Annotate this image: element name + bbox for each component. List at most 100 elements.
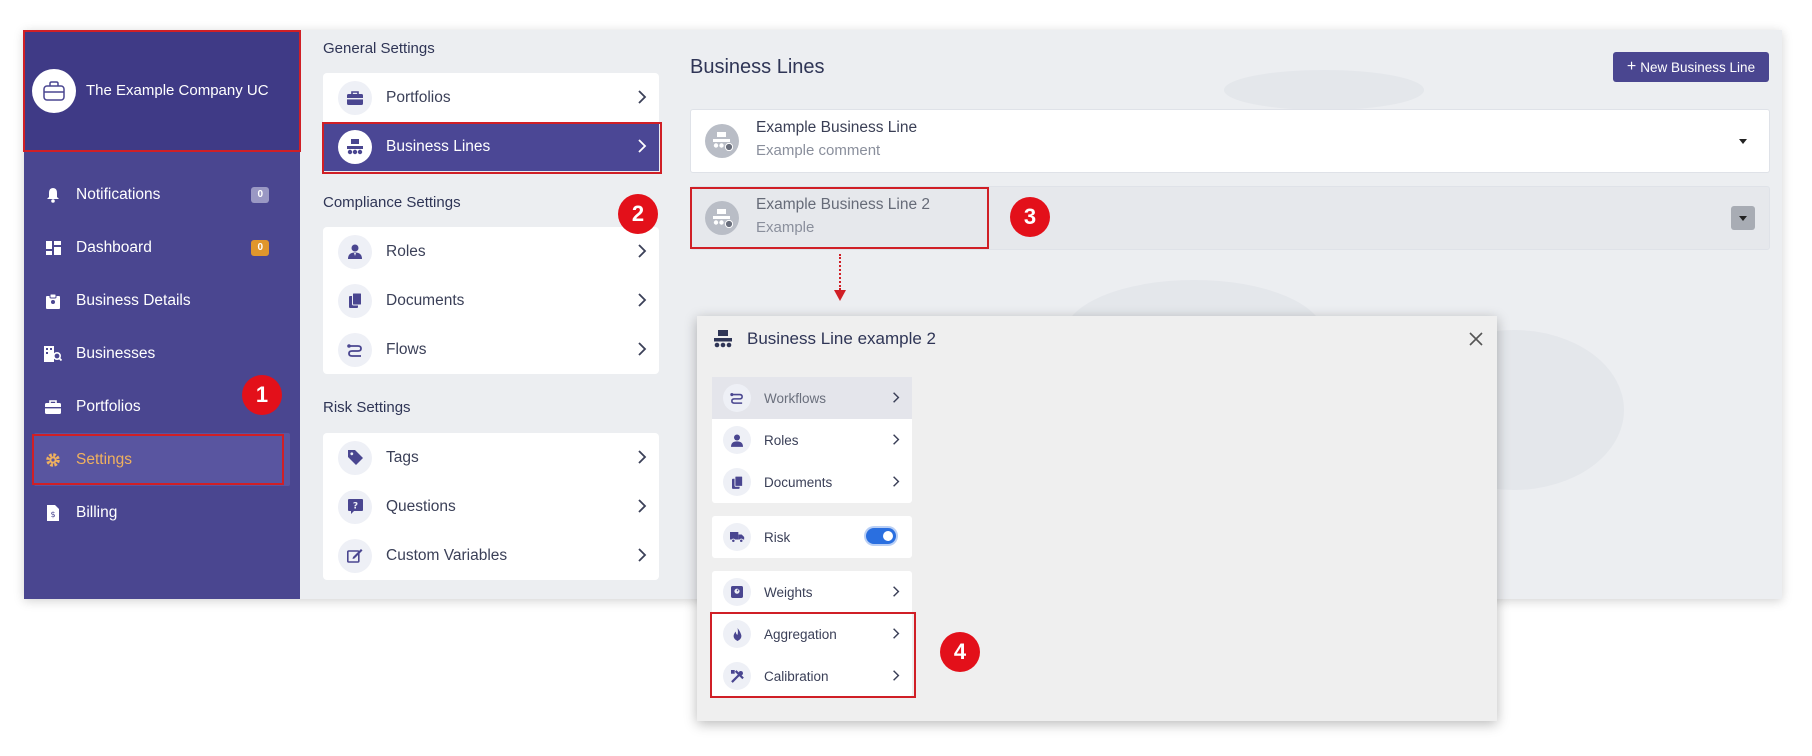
- modal-item-risk: Risk: [712, 516, 912, 558]
- sidebar-item-label: Business Details: [76, 291, 191, 309]
- sidebar-item-billing[interactable]: $ Billing: [24, 486, 300, 539]
- annotation-arrow: [839, 254, 841, 290]
- modal-item-workflows[interactable]: Workflows: [712, 377, 912, 419]
- settings-item-label: Questions: [386, 497, 456, 515]
- chevron-right-icon: [892, 391, 900, 404]
- annotation-arrow-head: [834, 290, 846, 301]
- modal-item-label: Aggregation: [764, 626, 837, 642]
- chevron-right-icon: [892, 475, 900, 488]
- settings-item-questions[interactable]: ? Questions: [323, 482, 659, 531]
- question-icon: ?: [338, 489, 372, 524]
- modal-item-label: Workflows: [764, 390, 827, 406]
- factory-avatar-icon: [705, 124, 739, 158]
- tools-icon: [723, 662, 751, 690]
- plus-icon: +: [1626, 58, 1637, 75]
- company-name: The Example Company UC: [86, 82, 269, 99]
- new-business-line-button[interactable]: + New Business Line: [1613, 52, 1769, 82]
- briefcase-icon: [44, 398, 62, 416]
- svg-text:?: ?: [352, 502, 357, 512]
- chevron-right-icon: [637, 292, 647, 308]
- sidebar-item-label: Dashboard: [76, 238, 152, 256]
- business-line-card[interactable]: Example Business Line Example comment: [690, 109, 1770, 173]
- company-logo: [32, 69, 76, 113]
- modal-item-calibration[interactable]: Calibration: [712, 655, 912, 697]
- business-line-comment: Example: [756, 219, 815, 236]
- factory-icon: [714, 330, 732, 348]
- settings-item-flows[interactable]: Flows: [323, 325, 659, 374]
- chevron-right-icon: [892, 433, 900, 446]
- chevron-right-icon: [892, 669, 900, 682]
- settings-item-documents[interactable]: Documents: [323, 276, 659, 325]
- settings-item-label: Portfolios: [386, 88, 451, 106]
- chevron-right-icon: [637, 243, 647, 259]
- settings-item-portfolios[interactable]: Portfolios: [323, 73, 659, 122]
- settings-item-label: Business Lines: [386, 137, 491, 155]
- clipboard-icon: [44, 292, 62, 310]
- modal-risk-card: Risk: [712, 516, 912, 558]
- sidebar-nav: Notifications 0 Dashboard 0 Business Det…: [24, 168, 300, 539]
- documents-icon: [338, 283, 372, 318]
- flow-icon: [723, 384, 751, 412]
- sidebar-item-businesses[interactable]: Businesses: [24, 327, 300, 380]
- risk-toggle[interactable]: [866, 528, 896, 544]
- map-background: [1224, 70, 1424, 110]
- factory-icon: [338, 129, 372, 164]
- fire-icon: [723, 620, 751, 648]
- modal-group-card: Workflows Roles Documents: [712, 377, 912, 503]
- sidebar-item-business-details[interactable]: Business Details: [24, 274, 300, 327]
- caret-down-icon: [1739, 215, 1747, 221]
- settings-item-custom-variables[interactable]: Custom Variables: [323, 531, 659, 580]
- chevron-right-icon: [637, 89, 647, 105]
- step-marker-4: 4: [940, 632, 980, 672]
- sidebar-item-label: Billing: [76, 503, 118, 521]
- briefcase-icon: [338, 80, 372, 115]
- notifications-count-badge: 0: [251, 187, 269, 203]
- settings-item-roles[interactable]: Roles: [323, 227, 659, 276]
- compliance-settings-title: Compliance Settings: [323, 194, 461, 211]
- compliance-settings-card: Roles Documents Flows: [323, 227, 659, 374]
- step-marker-1: 1: [242, 375, 282, 415]
- settings-item-business-lines[interactable]: Business Lines: [323, 122, 659, 171]
- business-line-card[interactable]: Example Business Line 2 Example: [690, 186, 1770, 250]
- modal-item-documents[interactable]: Documents: [712, 461, 912, 503]
- modal-item-weights[interactable]: Weights: [712, 571, 912, 613]
- modal-item-roles[interactable]: Roles: [712, 419, 912, 461]
- tag-icon: [338, 440, 372, 475]
- building-search-icon: [44, 345, 62, 363]
- sidebar-item-label: Portfolios: [76, 397, 141, 415]
- user-tie-icon: [723, 426, 751, 454]
- weight-icon: [723, 578, 751, 606]
- business-line-name: Example Business Line: [756, 119, 918, 136]
- settings-item-label: Flows: [386, 340, 427, 358]
- close-icon[interactable]: [1465, 328, 1487, 350]
- sidebar-item-notifications[interactable]: Notifications 0: [24, 168, 300, 221]
- dropdown-toggle[interactable]: [1731, 206, 1755, 230]
- business-line-name: Example Business Line 2: [756, 196, 931, 213]
- gear-icon: [44, 451, 62, 469]
- sidebar-item-label: Businesses: [76, 344, 156, 362]
- invoice-icon: $: [44, 504, 62, 522]
- risk-settings-card: Tags ? Questions Custom Variables: [323, 433, 659, 580]
- general-settings-title: General Settings: [323, 40, 435, 57]
- settings-item-label: Roles: [386, 242, 426, 260]
- sidebar-item-settings[interactable]: Settings: [34, 433, 290, 486]
- dropdown-toggle[interactable]: [1731, 129, 1755, 153]
- company-header[interactable]: The Example Company UC: [24, 30, 300, 152]
- chevron-right-icon: [637, 449, 647, 465]
- briefcase-icon: [43, 81, 65, 101]
- modal-item-label: Risk: [764, 529, 791, 545]
- general-settings-card: Portfolios Business Lines: [323, 73, 659, 171]
- chevron-right-icon: [637, 341, 647, 357]
- sidebar-item-dashboard[interactable]: Dashboard 0: [24, 221, 300, 274]
- modal-item-label: Weights: [764, 584, 813, 600]
- modal-item-aggregation[interactable]: Aggregation: [712, 613, 912, 655]
- settings-item-tags[interactable]: Tags: [323, 433, 659, 482]
- sidebar-item-label: Settings: [76, 450, 133, 468]
- documents-icon: [723, 468, 751, 496]
- bell-icon: [44, 186, 62, 204]
- chevron-right-icon: [637, 498, 647, 514]
- modal-group-card: Weights Aggregation Calibration: [712, 571, 912, 697]
- new-business-line-label: New Business Line: [1640, 59, 1756, 75]
- modal-item-label: Calibration: [764, 668, 829, 684]
- dashboard-count-badge: 0: [251, 240, 269, 256]
